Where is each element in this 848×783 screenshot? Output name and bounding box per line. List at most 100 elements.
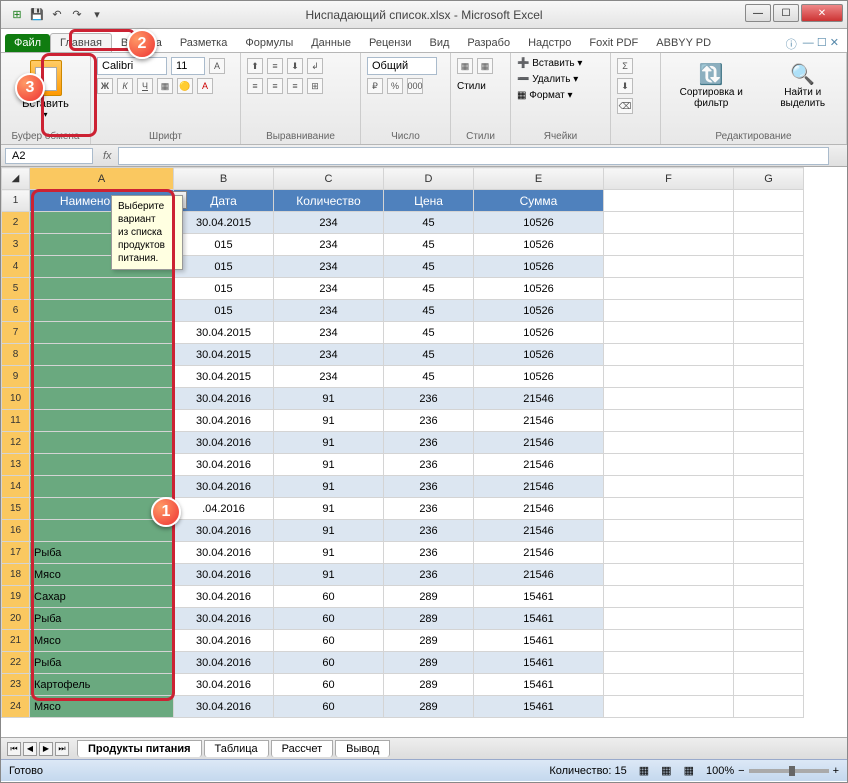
cell-E20[interactable]: 15461 [474, 608, 604, 630]
cond-fmt-icon[interactable]: ▦ [457, 58, 473, 74]
cell-F11[interactable] [604, 410, 734, 432]
cell-B18[interactable]: 30.04.2016 [174, 564, 274, 586]
tab-data[interactable]: Данные [302, 34, 360, 52]
cell-E21[interactable]: 15461 [474, 630, 604, 652]
cell-A12[interactable] [30, 432, 174, 454]
cell-D16[interactable]: 236 [384, 520, 474, 542]
cell-C4[interactable]: 234 [274, 256, 384, 278]
cell-A11[interactable] [30, 410, 174, 432]
cell-F22[interactable] [604, 652, 734, 674]
row-header-21[interactable]: 21 [2, 630, 30, 652]
cell-G7[interactable] [734, 322, 804, 344]
row-header-3[interactable]: 3 [2, 234, 30, 256]
cell-C22[interactable]: 60 [274, 652, 384, 674]
cell-F4[interactable] [604, 256, 734, 278]
cell-B24[interactable]: 30.04.2016 [174, 696, 274, 718]
cell-D8[interactable]: 45 [384, 344, 474, 366]
undo-icon[interactable]: ↶ [49, 7, 65, 23]
align-bot-icon[interactable]: ⬇ [287, 58, 303, 74]
cell-D2[interactable]: 45 [384, 212, 474, 234]
tab-review[interactable]: Рецензи [360, 34, 421, 52]
cell-D20[interactable]: 289 [384, 608, 474, 630]
cell-B8[interactable]: 30.04.2015 [174, 344, 274, 366]
cell-G20[interactable] [734, 608, 804, 630]
currency-icon[interactable]: ₽ [367, 78, 383, 94]
cell-B12[interactable]: 30.04.2016 [174, 432, 274, 454]
cell-A20[interactable]: Рыба [30, 608, 174, 630]
tab-layout[interactable]: Разметка [171, 34, 237, 52]
tab-foxit[interactable]: Foxit PDF [580, 34, 647, 52]
cell-E7[interactable]: 10526 [474, 322, 604, 344]
cell-C10[interactable]: 91 [274, 388, 384, 410]
merge-icon[interactable]: ⊞ [307, 78, 323, 94]
cell-D14[interactable]: 236 [384, 476, 474, 498]
cell-C12[interactable]: 91 [274, 432, 384, 454]
view-layout-icon[interactable]: ▦ [661, 764, 671, 777]
cell-G2[interactable] [734, 212, 804, 234]
cell-G22[interactable] [734, 652, 804, 674]
cell-E9[interactable]: 10526 [474, 366, 604, 388]
cell-G10[interactable] [734, 388, 804, 410]
cell-A9[interactable] [30, 366, 174, 388]
cell-D5[interactable]: 45 [384, 278, 474, 300]
cell-C8[interactable]: 234 [274, 344, 384, 366]
cell-B17[interactable]: 30.04.2016 [174, 542, 274, 564]
qa-more-icon[interactable]: ▾ [89, 7, 105, 23]
cell-F14[interactable] [604, 476, 734, 498]
cell-F15[interactable] [604, 498, 734, 520]
view-normal-icon[interactable]: ▦ [639, 764, 649, 777]
cell-B10[interactable]: 30.04.2016 [174, 388, 274, 410]
tab-addins[interactable]: Надстро [519, 34, 580, 52]
cell-A5[interactable] [30, 278, 174, 300]
cell-G8[interactable] [734, 344, 804, 366]
cell-C3[interactable]: 234 [274, 234, 384, 256]
row-header-15[interactable]: 15 [2, 498, 30, 520]
percent-icon[interactable]: % [387, 78, 403, 94]
cell-B3[interactable]: 015 [174, 234, 274, 256]
cell-B20[interactable]: 30.04.2016 [174, 608, 274, 630]
zoom-in-icon[interactable]: + [833, 765, 839, 777]
cell-E5[interactable]: 10526 [474, 278, 604, 300]
cell-G13[interactable] [734, 454, 804, 476]
cell-G21[interactable] [734, 630, 804, 652]
row-header-16[interactable]: 16 [2, 520, 30, 542]
cell-F10[interactable] [604, 388, 734, 410]
cell-G4[interactable] [734, 256, 804, 278]
cell-G17[interactable] [734, 542, 804, 564]
cell-A10[interactable] [30, 388, 174, 410]
cell-E4[interactable]: 10526 [474, 256, 604, 278]
sheet-nav-prev[interactable]: ◀ [23, 742, 37, 756]
row-header-17[interactable]: 17 [2, 542, 30, 564]
font-name[interactable] [97, 57, 167, 75]
cell-C15[interactable]: 91 [274, 498, 384, 520]
row-header-9[interactable]: 9 [2, 366, 30, 388]
cell-E19[interactable]: 15461 [474, 586, 604, 608]
cell-G3[interactable] [734, 234, 804, 256]
cell-G19[interactable] [734, 586, 804, 608]
cell-B23[interactable]: 30.04.2016 [174, 674, 274, 696]
zoom-out-icon[interactable]: − [738, 765, 744, 777]
sheet-nav-next[interactable]: ▶ [39, 742, 53, 756]
cell-F21[interactable] [604, 630, 734, 652]
row-header-23[interactable]: 23 [2, 674, 30, 696]
cell-E14[interactable]: 21546 [474, 476, 604, 498]
cell-B4[interactable]: 015 [174, 256, 274, 278]
sheet-nav-last[interactable]: ⏭ [55, 742, 69, 756]
autosum-icon[interactable]: Σ [617, 58, 633, 74]
help-icon[interactable]: ⓘ [786, 36, 797, 52]
cell-E6[interactable]: 10526 [474, 300, 604, 322]
cell-F20[interactable] [604, 608, 734, 630]
cell-D19[interactable]: 289 [384, 586, 474, 608]
cell-C13[interactable]: 91 [274, 454, 384, 476]
fill-icon[interactable]: 🟡 [177, 78, 193, 94]
cell-A23[interactable]: Картофель [30, 674, 174, 696]
cell-A13[interactable] [30, 454, 174, 476]
col-header-E[interactable]: E [474, 168, 604, 190]
cell-B9[interactable]: 30.04.2015 [174, 366, 274, 388]
cell-C9[interactable]: 234 [274, 366, 384, 388]
cell-D9[interactable]: 45 [384, 366, 474, 388]
ribbon-min-icon[interactable]: — ☐ ✕ [803, 36, 839, 52]
cell-A22[interactable]: Рыба [30, 652, 174, 674]
row-header-10[interactable]: 10 [2, 388, 30, 410]
sheet-tab-output[interactable]: Вывод [335, 740, 390, 757]
